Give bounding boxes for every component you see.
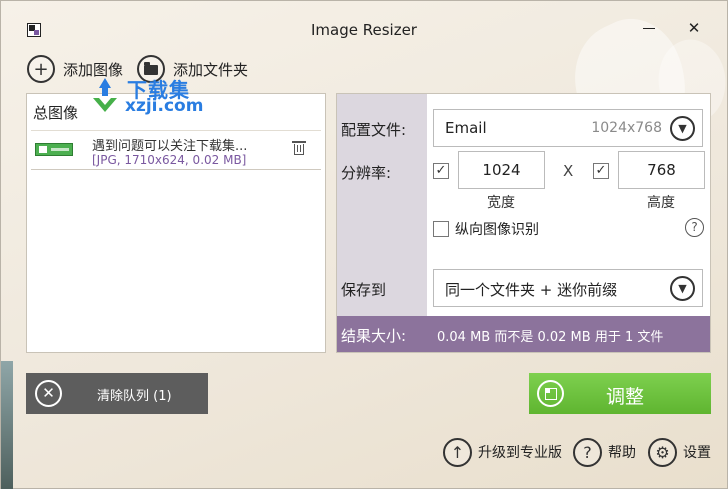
upgrade-label: 升级到专业版	[478, 445, 562, 461]
result-label: 结果大小:	[341, 327, 407, 345]
clear-queue-label: 清除队列 (1)	[97, 389, 172, 404]
portrait-detection-label: 纵向图像识别	[455, 222, 539, 238]
add-image-label: 添加图像	[63, 60, 124, 79]
trash-icon[interactable]	[292, 141, 306, 155]
height-input[interactable]: 768	[618, 151, 705, 189]
close-button[interactable]: ✕	[679, 15, 709, 41]
profile-size: 1024x768	[591, 120, 662, 136]
item-meta: [JPG, 1710x624, 0.02 MB]	[92, 153, 247, 167]
close-icon: ✕	[35, 380, 62, 407]
queue-item[interactable]: 遇到问题可以关注下载集... [JPG, 1710x624, 0.02 MB]	[31, 130, 321, 170]
save-to-label: 保存到	[341, 281, 387, 299]
profile-value: Email	[445, 119, 487, 137]
settings-labels-column: 配置文件: 分辨率: 保存到	[337, 94, 427, 316]
help-icon[interactable]: ?	[685, 218, 704, 237]
portrait-detection-checkbox[interactable]	[433, 221, 449, 237]
resize-button[interactable]: 调整	[529, 373, 711, 414]
settings-panel: 配置文件: 分辨率: 保存到 Email 1024x768 ▼ ✓ 1024 X…	[336, 93, 711, 353]
width-checkbox[interactable]: ✓	[433, 163, 449, 179]
settings-label: 设置	[683, 445, 711, 461]
image-queue-panel: 总图像 遇到问题可以关注下载集... [JPG, 1710x624, 0.02 …	[26, 78, 326, 353]
resolution-label: 分辨率:	[341, 164, 392, 182]
watermark-arrow-icon	[93, 78, 117, 112]
help-button[interactable]: ? 帮助	[573, 437, 636, 467]
upgrade-button[interactable]: ↑ 升级到专业版	[443, 437, 562, 467]
app-window: Image Resizer ✕ + 添加图像 添加文件夹 总图像 遇到问题可以关…	[0, 0, 728, 489]
gear-icon: ⚙	[648, 437, 677, 467]
dimension-separator: X	[563, 162, 574, 180]
profile-label: 配置文件:	[341, 121, 407, 139]
profile-dropdown[interactable]: Email 1024x768 ▼	[433, 109, 703, 147]
item-name: 遇到问题可以关注下载集...	[92, 139, 248, 154]
width-label: 宽度	[487, 195, 515, 211]
queue-header: 总图像	[33, 104, 79, 122]
chevron-down-icon: ▼	[670, 276, 695, 301]
save-to-value: 同一个文件夹 + 迷你前缀	[445, 281, 618, 299]
height-label: 高度	[647, 195, 675, 211]
desktop-edge	[1, 361, 13, 489]
save-to-dropdown[interactable]: 同一个文件夹 + 迷你前缀 ▼	[433, 269, 703, 307]
help-label: 帮助	[608, 445, 636, 461]
title-bar: Image Resizer ✕	[1, 1, 727, 45]
chevron-down-icon: ▼	[670, 116, 695, 141]
minimize-button[interactable]	[635, 15, 665, 41]
result-size-bar: 结果大小: 0.04 MB 而不是 0.02 MB 用于 1 文件	[337, 316, 710, 352]
image-thumbnail	[35, 143, 73, 156]
window-title: Image Resizer	[311, 21, 417, 39]
height-checkbox[interactable]: ✓	[593, 163, 609, 179]
plus-icon: +	[27, 55, 55, 83]
width-input[interactable]: 1024	[458, 151, 545, 189]
resize-label: 调整	[605, 386, 644, 408]
arrow-up-icon: ↑	[443, 437, 472, 467]
watermark-text-domain: xzji.com	[125, 96, 204, 116]
settings-button[interactable]: ⚙ 设置	[648, 437, 711, 467]
clear-queue-button[interactable]: ✕ 清除队列 (1)	[26, 373, 208, 414]
result-text: 0.04 MB 而不是 0.02 MB 用于 1 文件	[437, 330, 664, 345]
question-icon: ?	[573, 437, 602, 467]
watermark-logo: 下载集 xzji.com	[91, 78, 241, 123]
